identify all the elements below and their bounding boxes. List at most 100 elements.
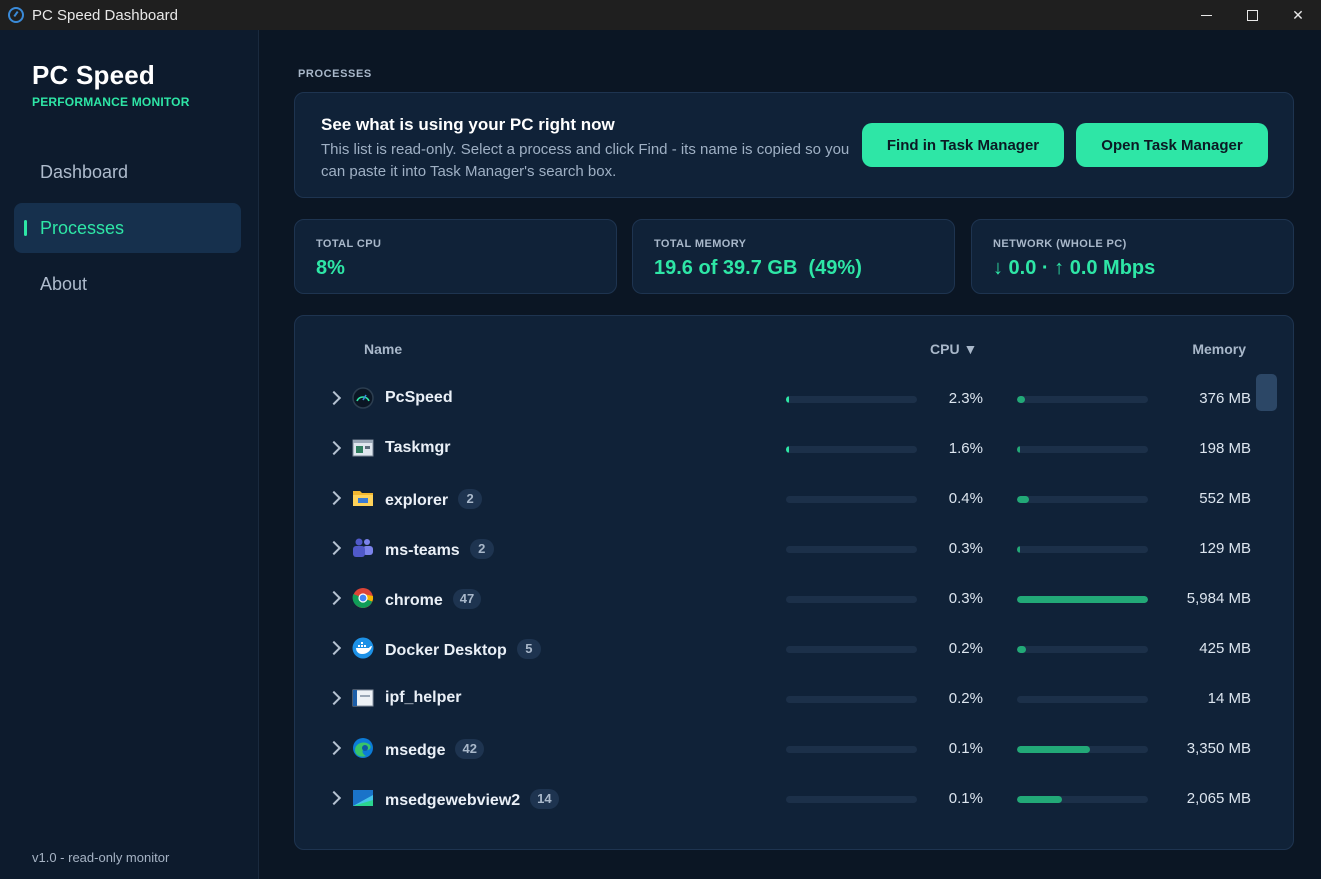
open-task-manager-button[interactable]: Open Task Manager bbox=[1076, 123, 1268, 167]
table-row[interactable]: msedgewebview2 14 0.1% 2,065 MB bbox=[295, 776, 1255, 826]
chevron-right-icon[interactable] bbox=[326, 740, 342, 756]
process-name: ms-teams 2 bbox=[385, 539, 494, 560]
process-table: Name CPU ▼ Memory PcSpeed 2.3% 376 MB Taskm… bbox=[294, 315, 1294, 850]
column-header-name[interactable]: Name bbox=[364, 341, 402, 357]
find-in-task-manager-button[interactable]: Find in Task Manager bbox=[862, 123, 1064, 167]
title-bar: PC Speed Dashboard ✕ bbox=[0, 0, 1321, 30]
cpu-bar bbox=[786, 396, 917, 403]
column-header-memory[interactable]: Memory bbox=[1192, 341, 1246, 357]
cpu-value: 0.4% bbox=[948, 490, 983, 507]
memory-value: 5,984 MB bbox=[1186, 590, 1251, 607]
memory-value: 425 MB bbox=[1199, 640, 1251, 657]
app-subtitle: PERFORMANCE MONITOR bbox=[32, 95, 190, 109]
chevron-right-icon[interactable] bbox=[326, 540, 342, 556]
cpu-bar bbox=[786, 746, 917, 753]
memory-bar-fill bbox=[1017, 396, 1025, 403]
process-name: explorer 2 bbox=[385, 489, 483, 510]
cpu-value: 0.2% bbox=[948, 640, 983, 657]
cpu-value: 2.3% bbox=[948, 390, 983, 407]
close-icon: ✕ bbox=[1292, 6, 1304, 23]
chevron-right-icon[interactable] bbox=[326, 490, 342, 506]
stat-value: 19.6 of 39.7 GB (49%) bbox=[654, 257, 862, 279]
sidebar-item-label: About bbox=[40, 273, 88, 294]
table-row[interactable]: chrome 47 0.3% 5,984 MB bbox=[295, 576, 1255, 626]
cpu-bar bbox=[786, 446, 917, 453]
scrollbar-thumb[interactable] bbox=[1256, 374, 1277, 411]
stat-value: ↓ 0.0 · ↑ 0.0 Mbps bbox=[993, 257, 1156, 279]
sidebar-item-processes[interactable]: Processes bbox=[14, 203, 241, 253]
process-name-text: Docker Desktop bbox=[385, 642, 507, 659]
cpu-bar-fill bbox=[786, 446, 789, 453]
process-name: Taskmgr bbox=[385, 439, 451, 457]
stat-label: TOTAL MEMORY bbox=[654, 238, 747, 250]
memory-bar-fill bbox=[1017, 646, 1026, 653]
gauge-icon bbox=[352, 387, 374, 409]
memory-value: 2,065 MB bbox=[1186, 790, 1251, 807]
cpu-bar bbox=[786, 796, 917, 803]
instance-count-badge: 42 bbox=[455, 739, 484, 759]
chevron-right-icon[interactable] bbox=[326, 590, 342, 606]
sidebar: PC Speed PERFORMANCE MONITOR Dashboard P… bbox=[0, 30, 259, 879]
sidebar-item-label: Dashboard bbox=[40, 161, 129, 182]
sidebar-item-dashboard[interactable]: Dashboard bbox=[14, 147, 241, 197]
maximize-icon bbox=[1246, 9, 1258, 21]
memory-bar-fill bbox=[1017, 546, 1020, 553]
edge-icon bbox=[352, 737, 374, 759]
process-name: ipf_helper bbox=[385, 689, 461, 707]
table-row[interactable]: msedge 42 0.1% 3,350 MB bbox=[295, 726, 1255, 776]
cpu-bar bbox=[786, 696, 917, 703]
network-card: NETWORK (WHOLE PC) ↓ 0.0 · ↑ 0.0 Mbps bbox=[971, 219, 1294, 294]
memory-value: 198 MB bbox=[1199, 440, 1251, 457]
sidebar-item-about[interactable]: About bbox=[14, 259, 241, 309]
process-name-text: Taskmgr bbox=[385, 439, 451, 456]
folder-icon bbox=[352, 487, 374, 509]
teams-icon bbox=[352, 537, 374, 559]
window-controls: ✕ bbox=[1183, 0, 1321, 30]
process-name-text: ipf_helper bbox=[385, 689, 462, 706]
table-row[interactable]: Taskmgr 1.6% 198 MB bbox=[295, 426, 1255, 476]
process-name-text: explorer bbox=[385, 492, 449, 509]
cpu-bar bbox=[786, 496, 917, 503]
cpu-value: 0.3% bbox=[948, 590, 983, 607]
memory-bar-fill bbox=[1017, 746, 1090, 753]
info-description: This list is read-only. Select a process… bbox=[321, 141, 850, 180]
maximize-button[interactable] bbox=[1229, 0, 1275, 30]
table-row[interactable]: explorer 2 0.4% 552 MB bbox=[295, 476, 1255, 526]
chevron-right-icon[interactable] bbox=[326, 640, 342, 656]
memory-bar-fill bbox=[1017, 496, 1029, 503]
close-button[interactable]: ✕ bbox=[1275, 0, 1321, 30]
table-row[interactable]: ms-teams 2 0.3% 129 MB bbox=[295, 526, 1255, 576]
instance-count-badge: 5 bbox=[516, 639, 541, 659]
stat-label: TOTAL CPU bbox=[316, 238, 382, 250]
process-name-text: ms-teams bbox=[385, 542, 460, 559]
chevron-right-icon[interactable] bbox=[326, 790, 342, 806]
process-name: Docker Desktop 5 bbox=[385, 639, 541, 660]
chevron-right-icon[interactable] bbox=[326, 390, 342, 406]
table-row[interactable]: Docker Desktop 5 0.2% 425 MB bbox=[295, 626, 1255, 676]
memory-bar-fill bbox=[1017, 446, 1020, 453]
docker-icon bbox=[352, 637, 374, 659]
process-name-text: PcSpeed bbox=[385, 389, 453, 406]
column-header-cpu[interactable]: CPU ▼ bbox=[930, 341, 977, 357]
section-title: PROCESSES bbox=[298, 68, 372, 80]
minimize-button[interactable] bbox=[1183, 0, 1229, 30]
instance-count-badge: 2 bbox=[458, 489, 483, 509]
window-title: PC Speed Dashboard bbox=[32, 6, 178, 24]
webview-icon bbox=[352, 787, 374, 809]
total-cpu-card: TOTAL CPU 8% bbox=[294, 219, 617, 294]
chevron-right-icon[interactable] bbox=[326, 690, 342, 706]
process-name-text: chrome bbox=[385, 592, 443, 609]
window-icon bbox=[352, 687, 374, 709]
cpu-value: 0.3% bbox=[948, 540, 983, 557]
cpu-bar bbox=[786, 596, 917, 603]
table-row[interactable]: PcSpeed 2.3% 376 MB bbox=[295, 376, 1255, 426]
cpu-bar-fill bbox=[786, 396, 789, 403]
process-name: PcSpeed bbox=[385, 389, 453, 407]
chevron-right-icon[interactable] bbox=[326, 440, 342, 456]
process-name-text: msedge bbox=[385, 742, 446, 759]
gauge-icon bbox=[8, 7, 24, 23]
version-label: v1.0 - read-only monitor bbox=[32, 850, 170, 865]
cpu-value: 0.1% bbox=[948, 740, 983, 757]
cpu-value: 1.6% bbox=[948, 440, 983, 457]
table-row[interactable]: ipf_helper 0.2% 14 MB bbox=[295, 676, 1255, 726]
